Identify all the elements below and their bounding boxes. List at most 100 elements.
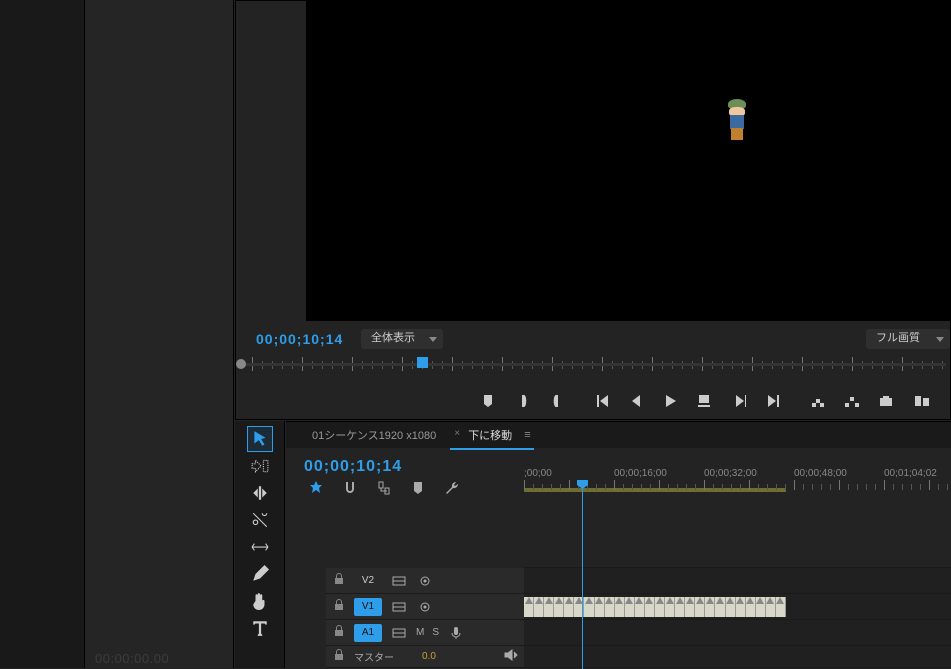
track-label[interactable]: V2 — [354, 572, 382, 590]
clip[interactable] — [715, 597, 725, 617]
clip[interactable] — [655, 597, 665, 617]
lane-spacer — [524, 498, 951, 568]
hand-tool[interactable] — [247, 588, 273, 614]
mark-in-button[interactable] — [514, 391, 534, 411]
track-lanes — [524, 498, 951, 668]
clip[interactable] — [736, 597, 746, 617]
program-viewport[interactable] — [306, 1, 951, 323]
linked-selection-icon[interactable] — [376, 480, 392, 496]
track-label[interactable]: A1 — [354, 624, 382, 642]
track-label[interactable]: V1 — [354, 598, 382, 616]
slip-tool[interactable] — [247, 534, 273, 560]
track-header-v1[interactable]: V1 — [326, 594, 524, 620]
play-button[interactable] — [660, 391, 680, 411]
toggle-track-output-icon[interactable] — [416, 573, 434, 589]
clip[interactable] — [746, 597, 756, 617]
clip[interactable] — [665, 597, 675, 617]
close-icon[interactable]: × — [454, 428, 460, 439]
insert-mode-icon[interactable] — [308, 480, 324, 496]
clip[interactable] — [705, 597, 715, 617]
zoom-slider-track[interactable] — [236, 363, 946, 366]
solo-button[interactable]: S — [432, 627, 439, 638]
lock-icon[interactable] — [334, 599, 346, 614]
program-scrubber[interactable] — [252, 357, 950, 379]
type-tool[interactable] — [247, 615, 273, 641]
lane-master[interactable] — [524, 646, 951, 668]
step-forward-button[interactable] — [730, 391, 750, 411]
go-to-in-button[interactable] — [592, 391, 612, 411]
timeline-playhead[interactable] — [582, 480, 583, 669]
timeline-timecode[interactable]: 00;00;10;14 — [304, 458, 402, 476]
program-timecode[interactable]: 00;00;10;14 — [256, 331, 343, 347]
pen-tool[interactable] — [247, 561, 273, 587]
sync-lock-icon[interactable] — [390, 573, 408, 589]
ripple-edit-tool[interactable] — [247, 480, 273, 506]
clip[interactable] — [564, 597, 574, 617]
zoom-fit-dropdown[interactable]: 全体表示 — [361, 329, 443, 349]
preview-sprite — [722, 99, 752, 143]
settings-wrench-icon[interactable] — [444, 480, 460, 496]
clip[interactable] — [756, 597, 766, 617]
selection-tool[interactable] — [247, 426, 273, 452]
toggle-track-output-icon[interactable] — [416, 599, 434, 615]
mute-button[interactable]: M — [416, 627, 424, 638]
panel-menu-icon[interactable]: ≡ — [524, 429, 530, 441]
add-marker-button[interactable] — [478, 391, 498, 411]
program-playhead[interactable] — [417, 357, 428, 368]
clip[interactable] — [605, 597, 615, 617]
clip[interactable] — [635, 597, 645, 617]
comparison-view-button[interactable] — [912, 391, 932, 411]
clip[interactable] — [534, 597, 544, 617]
clip[interactable] — [776, 597, 786, 617]
time-ruler[interactable]: ;00;0000;00;16;0000;00;32;0000;00;48;000… — [524, 466, 951, 496]
track-select-tool[interactable] — [247, 453, 273, 479]
snap-icon[interactable] — [342, 480, 358, 496]
playback-quality-dropdown[interactable]: フル画質 — [866, 329, 950, 349]
export-frame-alt-button[interactable] — [694, 391, 714, 411]
track-header-master[interactable]: マスター 0.0 — [326, 646, 524, 668]
marker-icon[interactable] — [410, 480, 426, 496]
extract-button[interactable] — [842, 391, 862, 411]
voiceover-record-icon[interactable] — [447, 625, 465, 641]
clip[interactable] — [584, 597, 594, 617]
lane-v1[interactable] — [524, 594, 951, 620]
lift-button[interactable] — [808, 391, 828, 411]
clip[interactable] — [675, 597, 685, 617]
lock-icon[interactable] — [334, 649, 346, 664]
zoom-slider-handle[interactable] — [236, 359, 246, 369]
export-frame-button[interactable] — [876, 391, 896, 411]
timeline-panel: 01シーケンス1920 x1080 × 下に移動 ≡ 00;00;10;14 ;… — [286, 421, 951, 668]
go-to-out-button[interactable] — [764, 391, 784, 411]
timeline-options — [308, 480, 460, 496]
step-back-button[interactable] — [626, 391, 646, 411]
track-header-v2[interactable]: V2 — [326, 568, 524, 594]
chevron-down-icon — [936, 337, 944, 342]
lock-icon[interactable] — [334, 625, 346, 640]
track-header-a1[interactable]: A1 M S — [326, 620, 524, 646]
lane-a1[interactable] — [524, 620, 951, 646]
clip[interactable] — [726, 597, 736, 617]
clip[interactable] — [544, 597, 554, 617]
razor-tool[interactable] — [247, 507, 273, 533]
lock-icon[interactable] — [334, 573, 346, 588]
clip[interactable] — [645, 597, 655, 617]
clip[interactable] — [524, 597, 534, 617]
timeline-tools — [235, 421, 285, 668]
lane-v2[interactable] — [524, 568, 951, 594]
mark-out-button[interactable] — [546, 391, 566, 411]
clip[interactable] — [685, 597, 695, 617]
work-area-bar[interactable] — [524, 488, 786, 492]
clip[interactable] — [595, 597, 605, 617]
sequence-tab[interactable]: 01シーケンス1920 x1080 — [312, 427, 436, 443]
sync-lock-icon[interactable] — [390, 625, 408, 641]
sequence-tab[interactable]: × 下に移動 — [468, 427, 512, 443]
clip[interactable] — [695, 597, 705, 617]
master-output-icon[interactable] — [504, 649, 518, 664]
clip-sequence[interactable] — [524, 597, 786, 617]
clip[interactable] — [615, 597, 625, 617]
clip[interactable] — [766, 597, 776, 617]
master-level[interactable]: 0.0 — [422, 651, 436, 662]
clip[interactable] — [625, 597, 635, 617]
clip[interactable] — [554, 597, 564, 617]
sync-lock-icon[interactable] — [390, 599, 408, 615]
